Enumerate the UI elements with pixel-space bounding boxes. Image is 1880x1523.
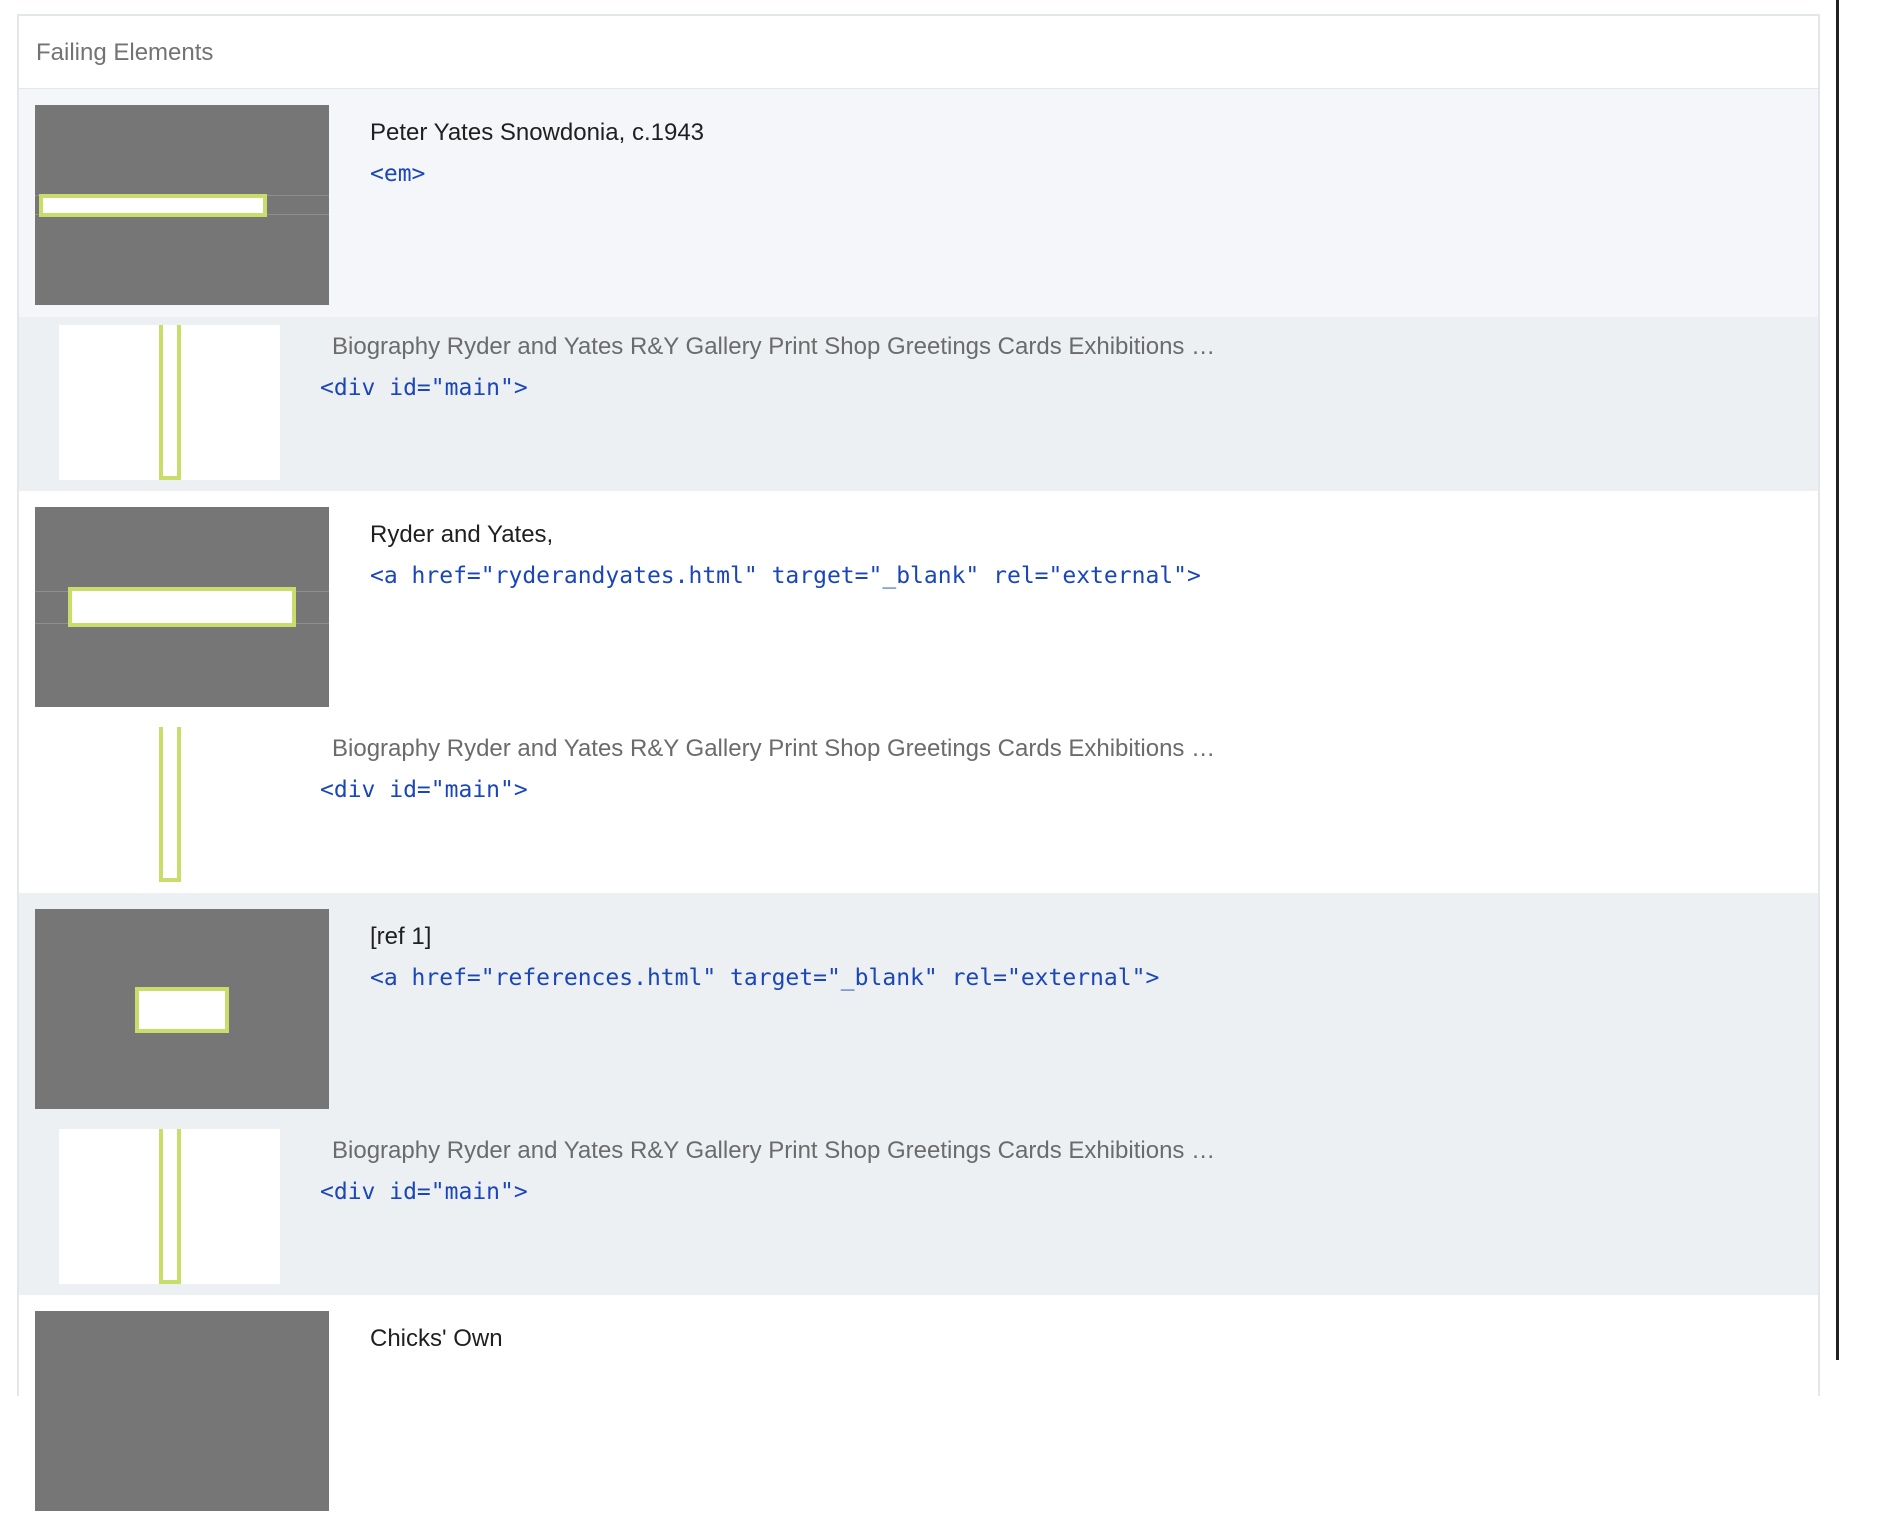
failing-elements-panel: Failing Elements Peter Yates Snowdonia, … (17, 14, 1820, 1523)
panel-title: Failing Elements (36, 39, 214, 66)
parent-label: Biography Ryder and Yates R&Y Gallery Pr… (332, 333, 1216, 360)
element-row[interactable]: [ref 1] <a href="references.html" target… (19, 893, 1818, 1121)
element-screenshot (35, 909, 329, 1109)
failing-element-item[interactable]: Ryder and Yates, <a href="ryderandyates.… (19, 491, 1818, 893)
scrollbar-divider[interactable] (1836, 0, 1839, 1360)
element-selector[interactable]: <a href="references.html" target="_blank… (370, 965, 1159, 991)
parent-selector[interactable]: <div id="main"> (320, 1179, 528, 1205)
element-row[interactable]: Chicks' Own (19, 1295, 1818, 1523)
element-screenshot (35, 1311, 329, 1511)
highlight-box (39, 194, 267, 217)
failing-element-item[interactable]: [ref 1] <a href="references.html" target… (19, 893, 1818, 1295)
highlight-box (159, 325, 181, 480)
element-label: Peter Yates Snowdonia, c.1943 (370, 119, 705, 146)
element-selector[interactable]: <a href="ryderandyates.html" target="_bl… (370, 563, 1201, 589)
parent-selector[interactable]: <div id="main"> (320, 375, 528, 401)
element-label: [ref 1] (370, 923, 432, 950)
parent-label: Biography Ryder and Yates R&Y Gallery Pr… (332, 1137, 1216, 1164)
element-screenshot (35, 507, 329, 707)
parent-row[interactable]: Biography Ryder and Yates R&Y Gallery Pr… (19, 719, 1818, 893)
parent-selector[interactable]: <div id="main"> (320, 777, 528, 803)
element-screenshot (35, 105, 329, 305)
element-row[interactable]: Peter Yates Snowdonia, c.1943 <em> (19, 89, 1818, 317)
highlight-box (159, 1129, 181, 1284)
highlight-box (159, 727, 181, 882)
element-selector[interactable]: <em> (370, 161, 425, 187)
element-label: Ryder and Yates, (370, 521, 554, 548)
parent-screenshot (59, 325, 280, 480)
element-label: Chicks' Own (370, 1325, 503, 1352)
failing-element-item[interactable]: Chicks' Own (19, 1295, 1818, 1523)
parent-screenshot (59, 727, 280, 882)
parent-screenshot (59, 1129, 280, 1284)
parent-row[interactable]: Biography Ryder and Yates R&Y Gallery Pr… (19, 317, 1818, 491)
panel-header: Failing Elements (19, 16, 1818, 90)
failing-element-item[interactable]: Peter Yates Snowdonia, c.1943 <em> Biogr… (19, 89, 1818, 491)
highlight-box (135, 987, 229, 1033)
parent-label: Biography Ryder and Yates R&Y Gallery Pr… (332, 735, 1216, 762)
highlight-box (68, 587, 296, 627)
parent-row[interactable]: Biography Ryder and Yates R&Y Gallery Pr… (19, 1121, 1818, 1295)
element-row[interactable]: Ryder and Yates, <a href="ryderandyates.… (19, 491, 1818, 719)
